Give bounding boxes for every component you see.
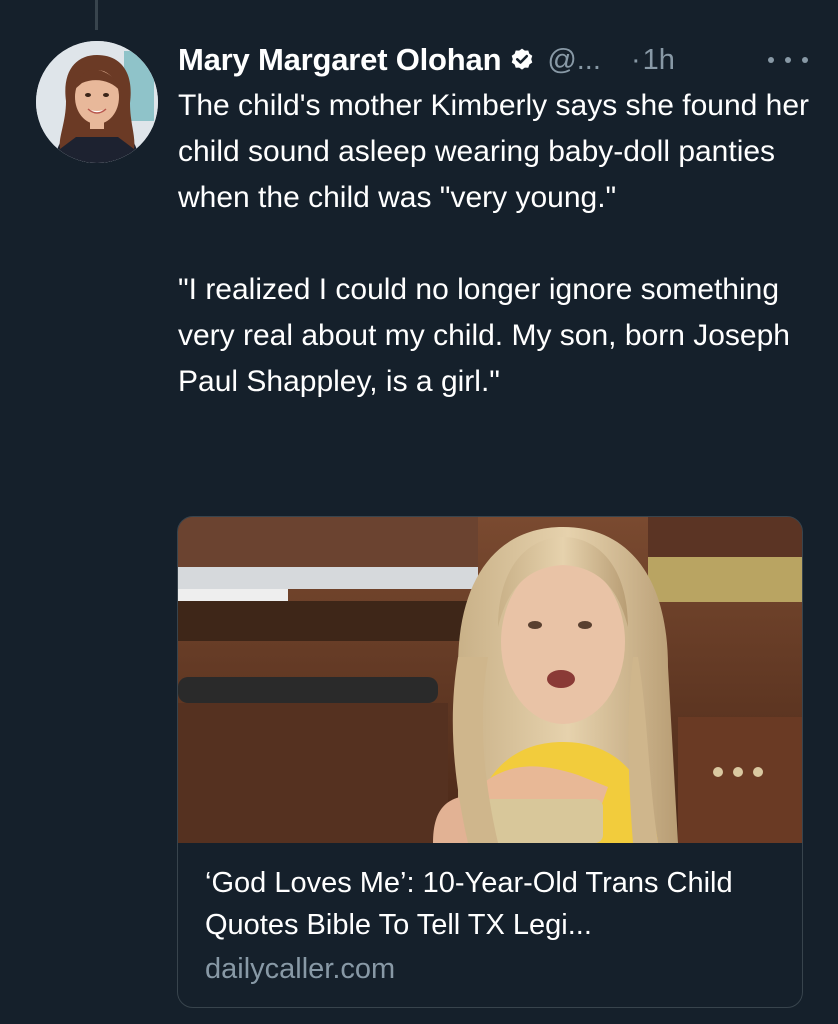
link-preview-card[interactable]: ‘God Loves Me’: 10-Year-Old Trans Child … — [177, 516, 803, 1008]
more-dot — [802, 57, 808, 63]
tweet-paragraph-1: The child's mother Kimberly says she fou… — [178, 89, 810, 214]
author-name[interactable]: Mary Margaret Olohan — [178, 42, 502, 78]
avatar[interactable] — [36, 41, 158, 163]
card-domain[interactable]: dailycaller.com — [205, 948, 785, 990]
more-dot — [785, 57, 791, 63]
tweet-paragraph-2: "I realized I could no longer ignore som… — [178, 273, 790, 398]
more-options-icon[interactable] — [768, 46, 808, 74]
card-thumbnail-image — [178, 517, 802, 843]
avatar-image — [36, 41, 158, 163]
tweet-text: The child's mother Kimberly says she fou… — [178, 83, 818, 405]
more-dot — [768, 57, 774, 63]
tweet-header: Mary Margaret Olohan @... · 1h — [178, 38, 808, 82]
card-body: ‘God Loves Me’: 10-Year-Old Trans Child … — [205, 862, 785, 990]
thread-connector-line — [95, 0, 98, 30]
author-handle[interactable]: @... — [547, 44, 601, 77]
card-title[interactable]: ‘God Loves Me’: 10-Year-Old Trans Child … — [205, 862, 785, 946]
verified-badge-icon — [509, 47, 535, 73]
tweet-timestamp[interactable]: 1h — [643, 44, 675, 77]
time-separator: · — [630, 43, 641, 76]
